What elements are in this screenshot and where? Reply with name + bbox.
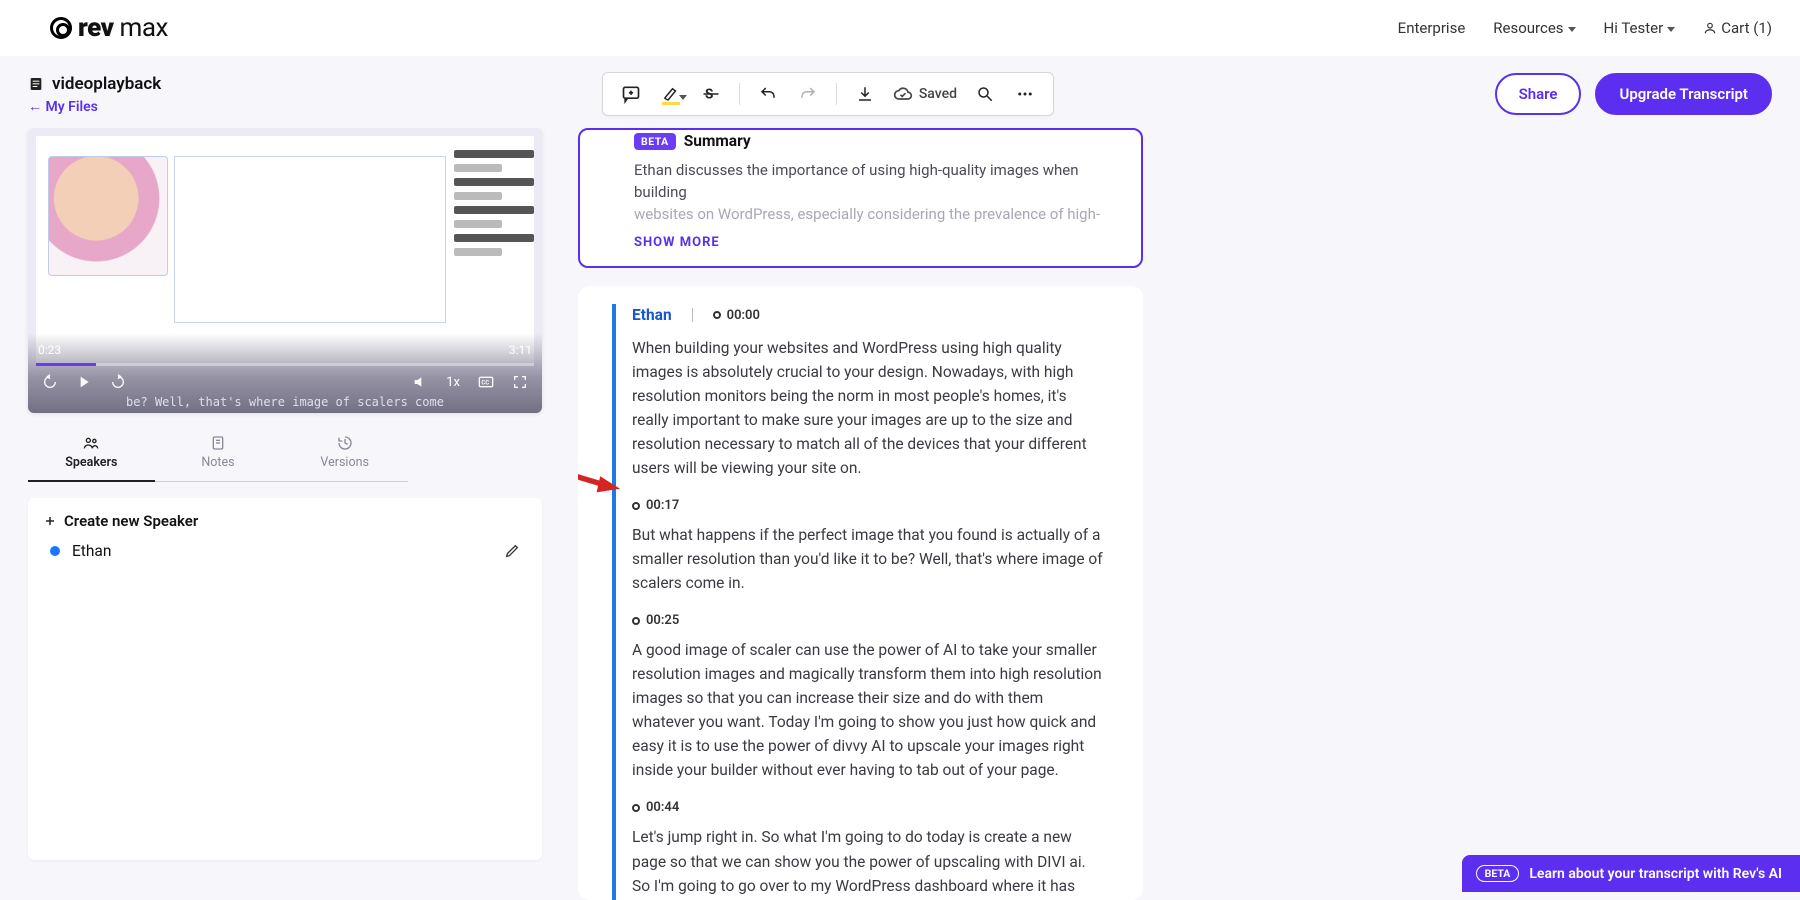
rewind-icon[interactable] (42, 374, 58, 390)
top-nav: rev max Enterprise Resources Hi Tester C… (0, 0, 1800, 56)
tab-speakers[interactable]: Speakers (28, 427, 155, 482)
chevron-down-icon (679, 95, 687, 100)
timestamp-2[interactable]: 00:25 (632, 613, 1103, 628)
video-overlay: 0:23 3:11 1x CC (28, 333, 542, 413)
video-progress[interactable] (36, 363, 534, 366)
chevron-down-icon (1667, 27, 1675, 32)
strikethrough-button[interactable]: S (693, 77, 729, 111)
header-actions: Share Upgrade Transcript (1495, 73, 1772, 115)
transcript-p2[interactable]: A good image of scaler can use the power… (632, 638, 1103, 782)
person-icon (1703, 21, 1717, 35)
comment-button[interactable] (613, 77, 649, 111)
speakers-icon (82, 435, 100, 451)
video-current-time: 0:23 (38, 343, 61, 357)
nav-links: Enterprise Resources Hi Tester Cart (1) (1398, 19, 1772, 37)
speaker-name: Ethan (72, 542, 111, 560)
timestamp-3[interactable]: 00:44 (632, 800, 1103, 815)
summary-text-1: Ethan discusses the importance of using … (634, 160, 1109, 204)
transcript-speaker-bar (612, 304, 616, 900)
file-title: videoplayback (52, 74, 161, 94)
video-player[interactable]: 0:23 3:11 1x CC (28, 128, 542, 413)
nav-enterprise[interactable]: Enterprise (1398, 19, 1466, 37)
summary-card: BETA Summary Ethan discusses the importa… (578, 128, 1143, 268)
saved-indicator: Saved (887, 77, 963, 111)
comment-plus-icon (621, 84, 641, 104)
volume-icon[interactable] (412, 374, 428, 390)
logo-max: max (120, 13, 168, 43)
video-total-time: 3:11 (509, 343, 532, 357)
ai-learn-widget[interactable]: BETA Learn about your transcript with Re… (1462, 855, 1800, 892)
notes-icon (210, 435, 226, 451)
undo-icon (759, 85, 777, 103)
tab-versions[interactable]: Versions (281, 427, 408, 481)
file-info: videoplayback ← My Files (28, 74, 161, 115)
search-button[interactable] (967, 77, 1003, 111)
search-icon (976, 85, 994, 103)
timestamp-0[interactable]: 00:00 (713, 308, 760, 323)
summary-title: Summary (684, 132, 751, 150)
transcript-speaker-header: Ethan 00:00 (632, 306, 1103, 324)
beta-badge: BETA (634, 133, 676, 150)
header-bar: videoplayback ← My Files S (0, 56, 1800, 128)
nav-resources[interactable]: Resources (1493, 19, 1575, 37)
create-speaker-button[interactable]: Create new Speaker (44, 512, 526, 530)
logo-mark-icon (50, 17, 72, 39)
document-icon (28, 76, 44, 92)
highlighter-icon (662, 85, 680, 103)
download-button[interactable] (847, 77, 883, 111)
toolbar: S Saved (602, 72, 1054, 116)
highlight-button[interactable] (653, 77, 689, 111)
transcript-speaker-name[interactable]: Ethan (632, 306, 672, 324)
side-tabs: Speakers Notes Versions (28, 427, 408, 482)
main-column: BETA Summary Ethan discusses the importa… (578, 128, 1143, 900)
logo[interactable]: rev max (50, 13, 168, 43)
more-button[interactable] (1007, 77, 1043, 111)
tab-notes[interactable]: Notes (155, 427, 282, 481)
undo-button[interactable] (750, 77, 786, 111)
left-column: 0:23 3:11 1x CC (28, 128, 542, 900)
versions-icon (337, 435, 353, 451)
logo-rev: rev (78, 13, 114, 43)
speakers-panel: Create new Speaker Ethan (28, 498, 542, 860)
speaker-color-dot (50, 546, 60, 556)
plus-icon (44, 515, 56, 527)
timestamp-1[interactable]: 00:17 (632, 498, 1103, 513)
cloud-saved-icon (893, 84, 913, 104)
transcript-p3[interactable]: Let's jump right in. So what I'm going t… (632, 825, 1103, 900)
redo-icon (799, 85, 817, 103)
strikethrough-icon: S (702, 85, 720, 103)
edit-icon[interactable] (504, 543, 520, 559)
transcript-p1[interactable]: But what happens if the perfect image th… (632, 523, 1103, 595)
nav-account[interactable]: Hi Tester (1604, 19, 1676, 37)
show-more-button[interactable]: SHOW MORE (634, 225, 1109, 254)
video-caption: be? Well, that's where image of scalers … (28, 395, 542, 409)
back-link[interactable]: ← My Files (28, 98, 161, 115)
separator (739, 83, 740, 105)
transcript-panel: Ethan 00:00 When building your websites … (578, 286, 1143, 900)
cc-icon[interactable]: CC (478, 374, 494, 390)
fullscreen-icon[interactable] (512, 374, 528, 390)
summary-text-2: websites on WordPress, especially consid… (634, 204, 1109, 226)
nav-cart[interactable]: Cart (1) (1703, 19, 1772, 37)
more-icon (1016, 85, 1034, 103)
video-frame (36, 136, 534, 363)
share-button[interactable]: Share (1495, 73, 1582, 115)
separator (836, 83, 837, 105)
play-icon[interactable] (76, 374, 92, 390)
speed-indicator[interactable]: 1x (446, 375, 460, 390)
beta-badge-outline: BETA (1476, 865, 1520, 882)
svg-text:CC: CC (481, 380, 489, 387)
forward-icon[interactable] (110, 374, 126, 390)
upgrade-button[interactable]: Upgrade Transcript (1595, 73, 1772, 115)
annotation-arrow-icon (578, 463, 620, 493)
download-icon (856, 85, 874, 103)
speaker-row[interactable]: Ethan (44, 530, 526, 560)
chevron-down-icon (1568, 27, 1576, 32)
redo-button[interactable] (790, 77, 826, 111)
transcript-p0[interactable]: When building your websites and WordPres… (632, 336, 1103, 480)
